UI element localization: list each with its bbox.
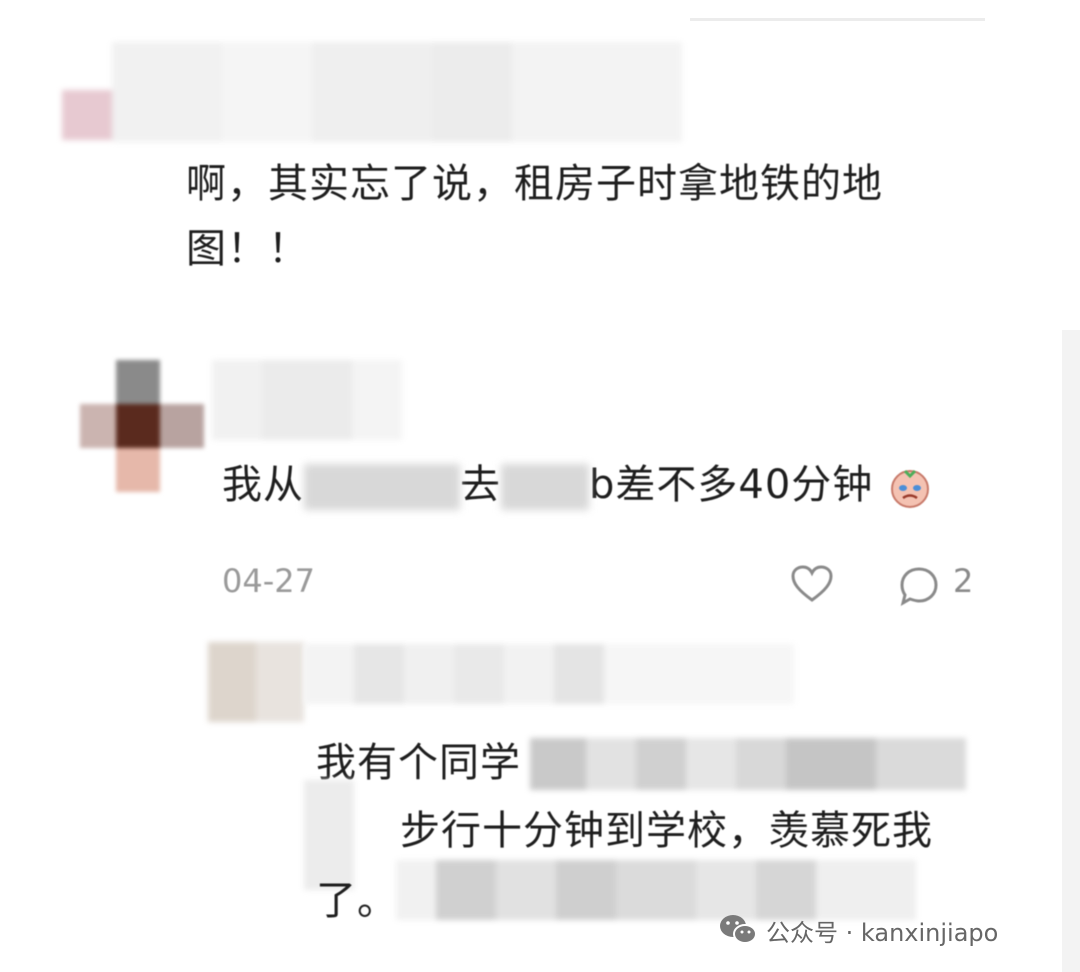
- comment-text: 我从 去 b差不多40分钟: [222, 454, 982, 516]
- comment-text-part: 我从: [222, 462, 304, 508]
- reply-1: 我有个同学 步行十分钟到学校，羡慕死我 了。: [200, 640, 1060, 930]
- scroll-edge: [1062, 330, 1080, 972]
- redacted-text: [501, 464, 589, 510]
- avatar-redacted[interactable]: [208, 642, 304, 722]
- reply-text-line: 了。: [316, 878, 398, 924]
- comment-1: 啊，其实忘了说，租房子时拿地铁的地 图！！: [0, 0, 1060, 320]
- redacted-text: [530, 738, 966, 790]
- avatar[interactable]: [80, 360, 210, 492]
- comment-text-line: 图！！: [186, 226, 309, 272]
- username-redacted: [212, 360, 402, 440]
- reply-bubble-icon[interactable]: [897, 564, 941, 608]
- comment-text-part: b差不多40分钟: [589, 462, 874, 508]
- reply-text-line: 步行十分钟到学校，羡慕死我: [400, 808, 933, 854]
- reply-count: 2: [953, 562, 974, 600]
- username-redacted: [304, 644, 794, 704]
- comment-date: 04-27: [222, 562, 315, 600]
- wechat-icon: [720, 915, 757, 944]
- username-redacted: [62, 42, 682, 142]
- comment-2: 我从 去 b差不多40分钟 04-27 2: [0, 330, 1060, 620]
- comment-text-line: 啊，其实忘了说，租房子时拿地铁的地: [186, 161, 883, 207]
- watermark-text: 公众号 · kanxinjiapo: [766, 918, 999, 947]
- watermark: 公众号 · kanxinjiapo: [718, 908, 998, 952]
- crying-face-emoji: [887, 464, 933, 510]
- like-heart-icon[interactable]: [790, 564, 834, 604]
- comment-text: 啊，其实忘了说，租房子时拿地铁的地 图！！: [186, 153, 986, 280]
- redacted-text: [304, 464, 460, 510]
- comment-text-part: 去: [460, 462, 501, 508]
